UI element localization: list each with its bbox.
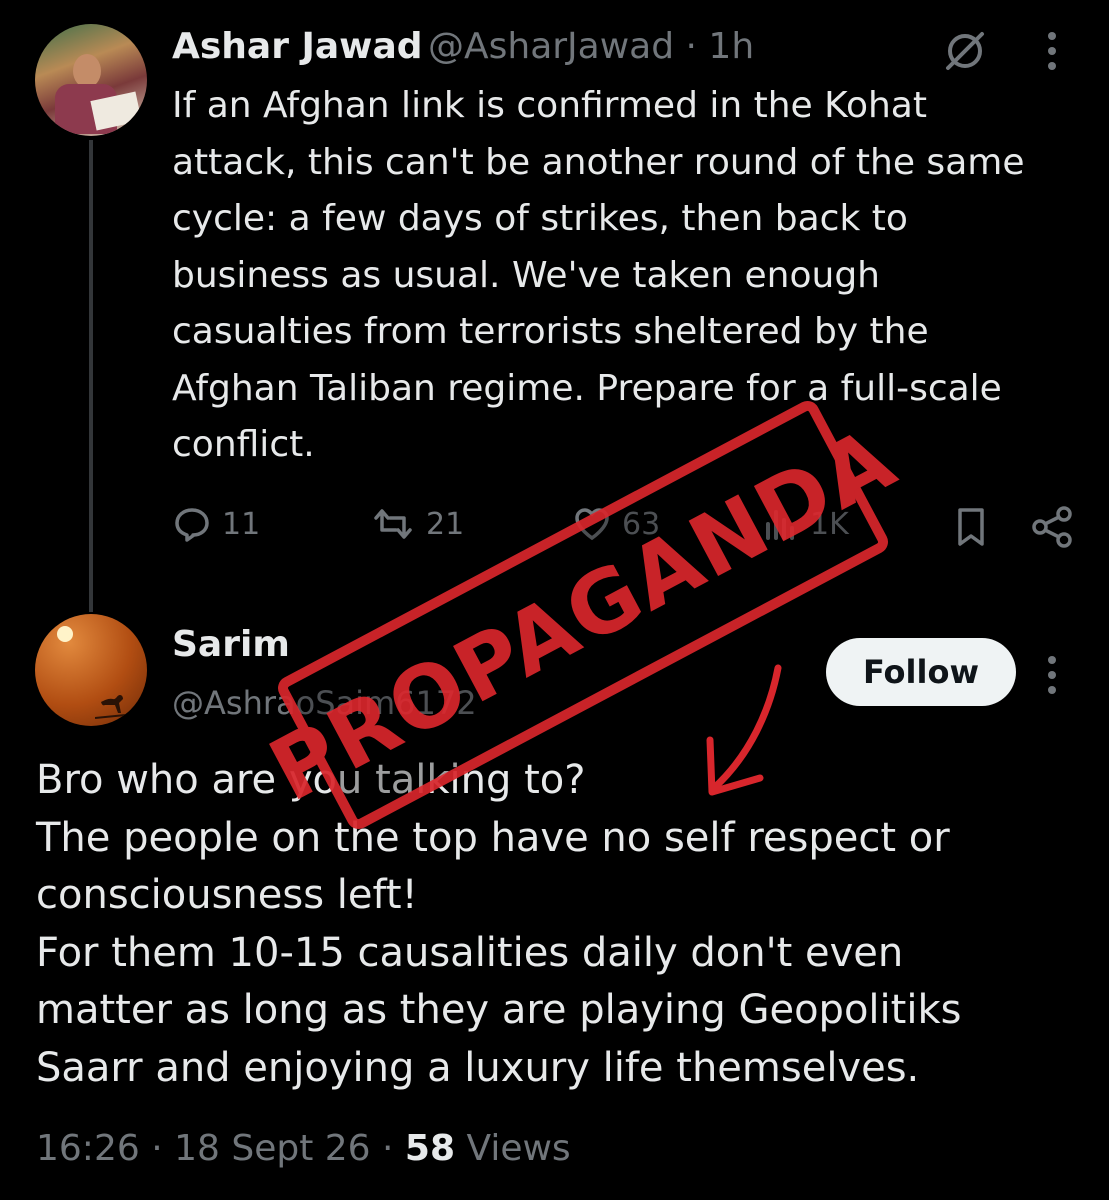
avatar-glow <box>57 626 73 642</box>
repost-button[interactable]: 21 <box>370 504 464 544</box>
views-button[interactable]: 1K <box>760 504 849 544</box>
thread-line <box>89 140 93 612</box>
separator: · <box>382 1128 405 1169</box>
arrow-icon <box>700 660 790 804</box>
more-icon[interactable] <box>1040 654 1064 700</box>
post-date[interactable]: 18 Sept 26 <box>174 1128 370 1169</box>
avatar[interactable] <box>35 24 147 136</box>
bird-silhouette-icon <box>95 695 135 719</box>
like-button[interactable]: 63 <box>572 504 660 544</box>
post-time[interactable]: 16:26 <box>36 1128 140 1169</box>
reply-icon <box>175 508 209 542</box>
like-count: 63 <box>622 506 661 542</box>
more-icon[interactable] <box>1040 30 1064 76</box>
views-label: Views <box>466 1128 571 1169</box>
timestamp-row: 16:26 · 18 Sept 26 · 58 Views <box>36 1128 571 1169</box>
reply-count: 11 <box>222 506 261 542</box>
tweet-text: If an Afghan link is confirmed in the Ko… <box>172 85 1025 465</box>
like-icon <box>575 508 609 541</box>
author-name[interactable]: Ashar Jawad <box>172 26 423 67</box>
separator: · <box>151 1128 175 1169</box>
reply-author-handle[interactable]: @AshraoSaim6172 <box>172 684 477 722</box>
views-icon <box>766 510 794 540</box>
reply-author-name[interactable]: Sarim <box>172 624 290 665</box>
author-handle[interactable]: @AsharJawad · 1h <box>428 26 754 67</box>
avatar-face <box>73 54 101 88</box>
views-total: 58 <box>404 1128 456 1169</box>
repost-count: 21 <box>426 506 465 542</box>
reply-button[interactable]: 11 <box>172 504 260 544</box>
share-icon[interactable] <box>1030 506 1074 552</box>
follow-button[interactable]: Follow <box>826 638 1016 706</box>
grok-icon[interactable] <box>942 28 988 78</box>
retweet-icon <box>374 509 412 539</box>
reply-text: Bro who are you talking to? The people o… <box>36 757 962 1091</box>
avatar[interactable] <box>35 614 147 726</box>
bookmark-icon[interactable] <box>952 506 990 552</box>
views-count: 1K <box>810 506 849 542</box>
